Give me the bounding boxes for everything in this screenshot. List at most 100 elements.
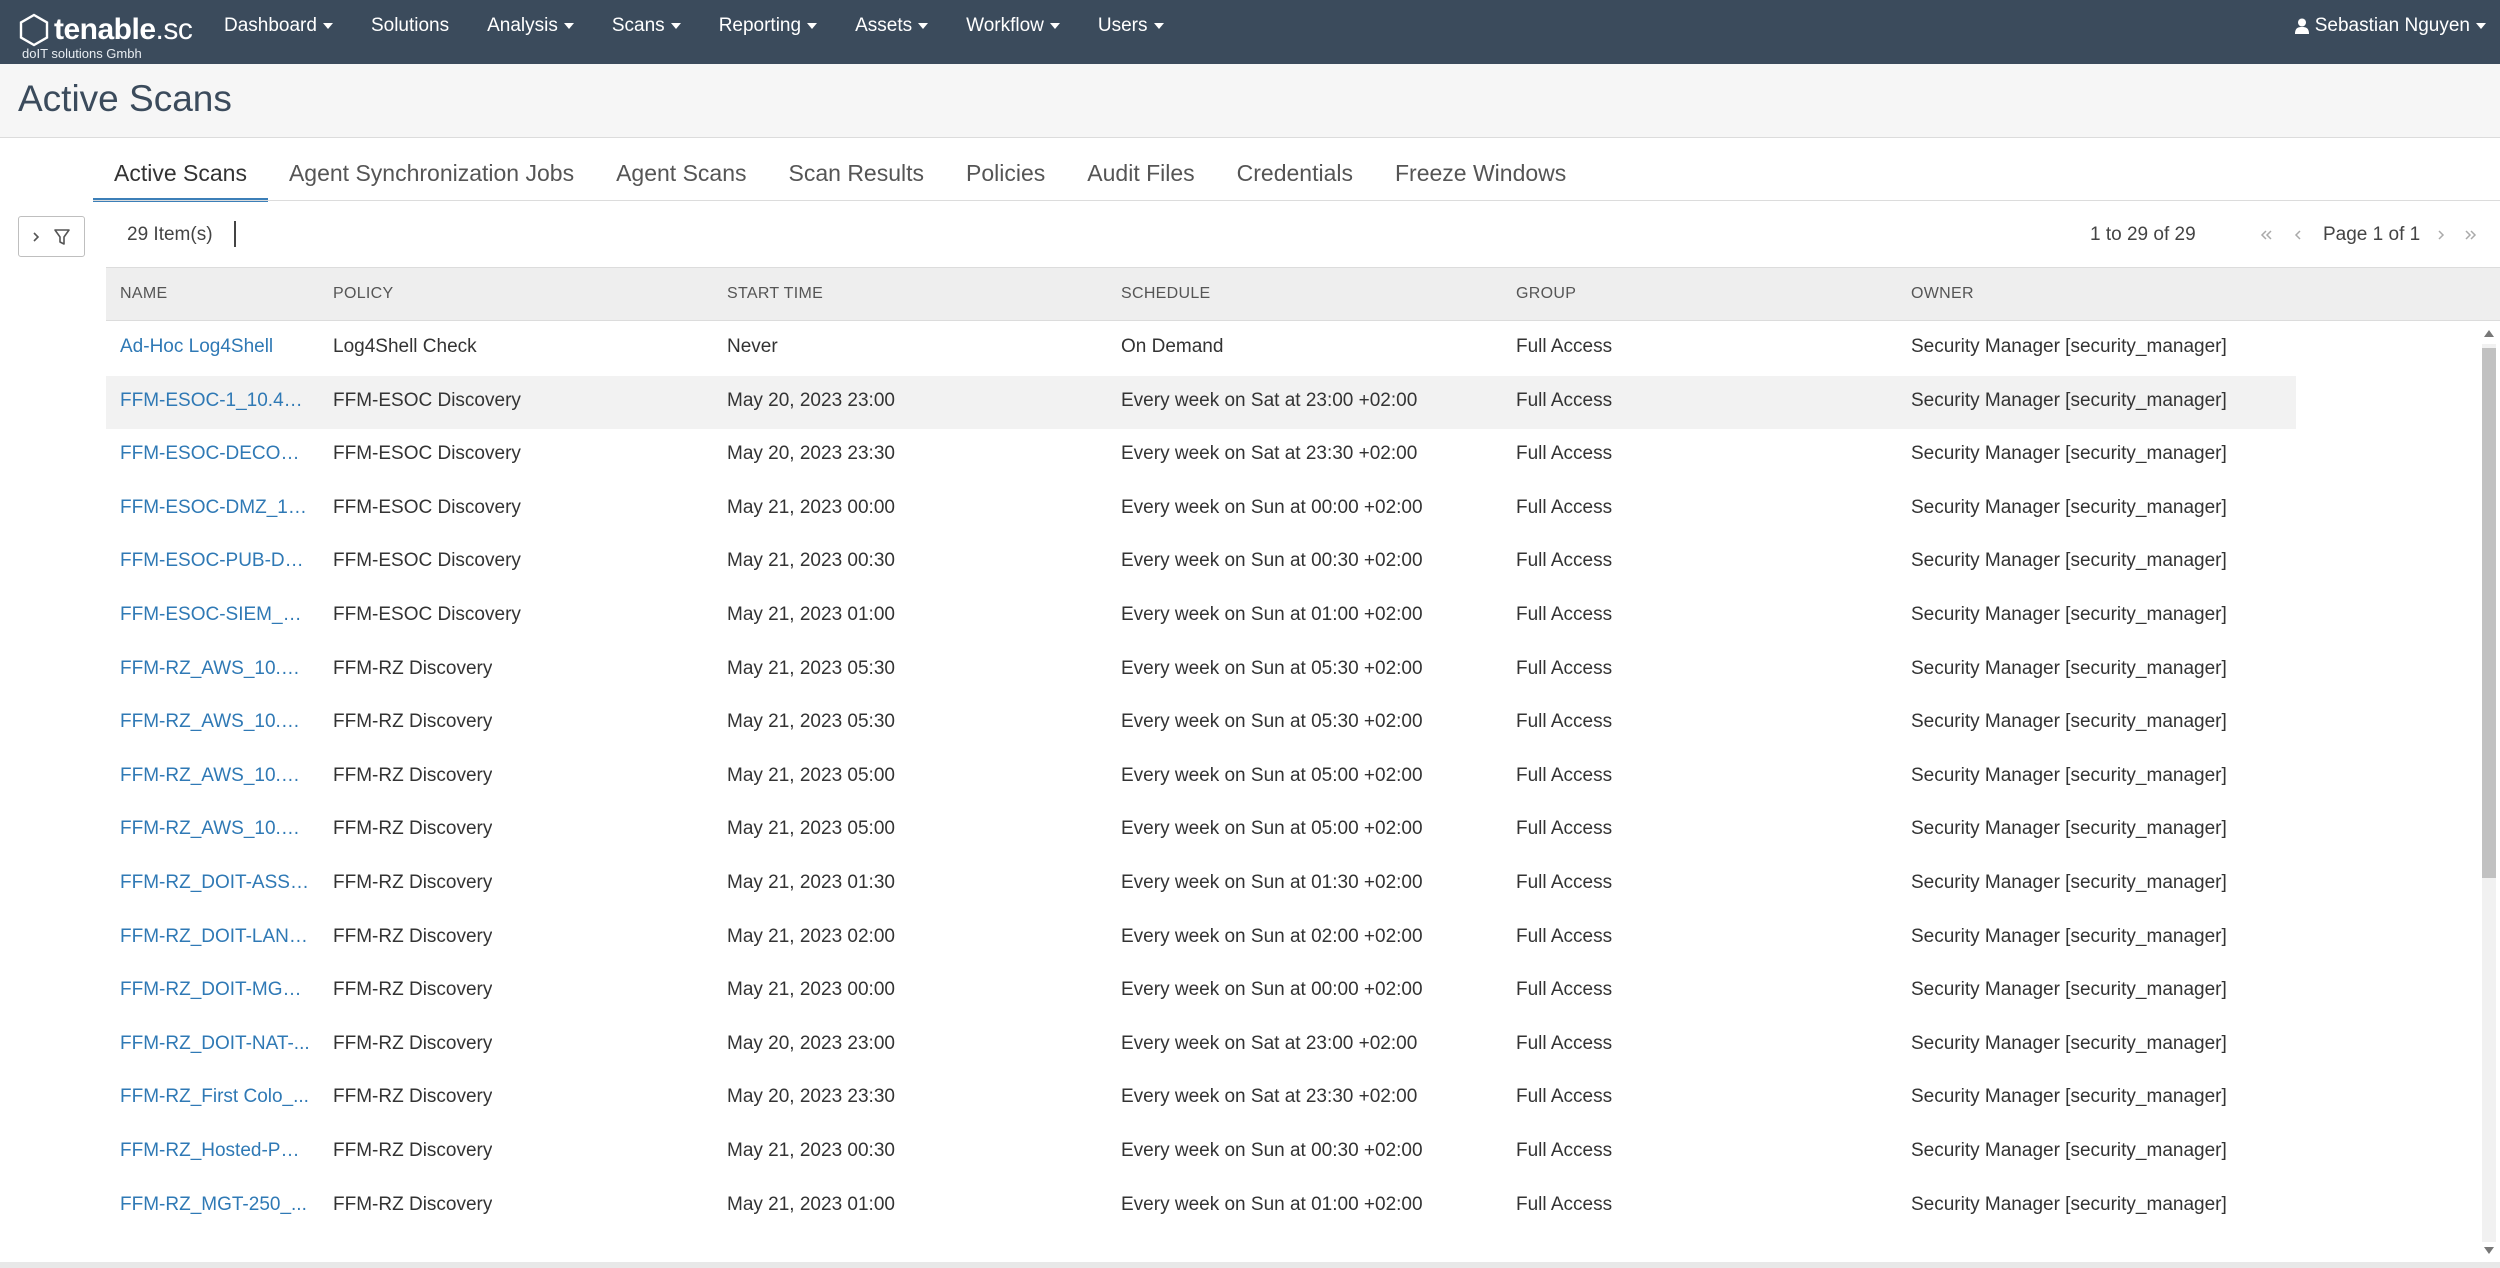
nav-item-workflow[interactable]: Workflow (947, 0, 1079, 52)
table-row[interactable]: FFM-RZ_DOIT-ASSE... FFM-RZ Discovery May 2… (106, 858, 2296, 911)
start-time-cell: May 21, 2023 02:00 (727, 925, 895, 947)
bottom-border (0, 1262, 2500, 1268)
column-header-group[interactable]: GROUP (1516, 285, 1576, 303)
table-row[interactable]: FFM-ESOC-1_10.42.... FFM-ESOC Discovery Ma… (106, 375, 2296, 429)
table-row[interactable]: FFM-RZ_MGT-250_... FFM-RZ Discovery May 21… (106, 1180, 2296, 1233)
scrollbar-thumb[interactable] (2482, 348, 2496, 878)
owner-cell: Security Manager [security_manager] (1911, 657, 2227, 679)
table-row[interactable]: FFM-RZ_AWS_10.12.... FFM-RZ Discovery May … (106, 804, 2296, 857)
user-name: Sebastian Nguyen (2314, 15, 2470, 36)
table-row[interactable]: FFM-RZ_DOIT-MGT.... FFM-RZ Discovery May 2… (106, 965, 2296, 1018)
table-row[interactable]: FFM-RZ_First Colo_... FFM-RZ Discovery May… (106, 1072, 2296, 1125)
scan-name-link[interactable]: FFM-RZ_DOIT-MGT.... (120, 979, 310, 1001)
scan-name-link[interactable]: FFM-RZ_DOIT-ASSE... (120, 872, 310, 894)
column-header-start-time[interactable]: START TIME (727, 285, 823, 303)
group-cell: Full Access (1516, 925, 1613, 947)
nav-item-analysis[interactable]: Analysis (468, 0, 593, 52)
start-time-cell: May 21, 2023 01:00 (727, 604, 895, 625)
policy-cell: FFM-RZ Discovery (333, 979, 493, 1001)
scroll-up-icon[interactable] (2484, 330, 2494, 337)
schedule-cell: Every week on Sun at 00:30 +02:00 (1121, 550, 1423, 572)
owner-cell: Security Manager [security_manager] (1911, 1032, 2227, 1054)
column-header-owner[interactable]: OWNER (1911, 285, 1974, 303)
first-page-icon[interactable] (2256, 222, 2276, 248)
nav-item-reporting[interactable]: Reporting (700, 0, 836, 52)
tab-freeze-windows[interactable]: Freeze Windows (1374, 150, 1587, 200)
column-header-schedule[interactable]: SCHEDULE (1121, 285, 1211, 303)
chevron-down-icon (1049, 23, 1060, 29)
scan-name-link[interactable]: FFM-RZ_AWS_10.12.... (120, 818, 310, 840)
tab-active-scans[interactable]: Active Scans (93, 150, 268, 202)
schedule-cell: Every week on Sun at 05:30 +02:00 (1121, 657, 1423, 679)
schedule-cell: Every week on Sun at 00:30 +02:00 (1121, 1140, 1423, 1161)
start-time-cell: May 21, 2023 00:30 (727, 1140, 895, 1161)
scan-name-link[interactable]: FFM-ESOC-PUB-DE... (120, 550, 310, 572)
policy-cell: FFM-ESOC Discovery (333, 443, 521, 465)
group-cell: Full Access (1516, 336, 1613, 357)
table-row[interactable]: FFM-RZ_AWS_10.12.... FFM-RZ Discovery May … (106, 644, 2296, 697)
start-time-cell: May 21, 2023 01:30 (727, 872, 895, 893)
table-scrollbar[interactable] (2478, 328, 2498, 1256)
table-row[interactable]: FFM-RZ_DOIT-LAN_... FFM-RZ Discovery May 2… (106, 912, 2296, 965)
group-cell: Full Access (1516, 1032, 1613, 1054)
tab-policies[interactable]: Policies (945, 150, 1066, 200)
tab-audit-files[interactable]: Audit Files (1066, 150, 1215, 200)
brand-logo[interactable]: tenable.sc doIT solutions Gmbh (16, 8, 196, 61)
filter-toggle-button[interactable] (18, 216, 85, 257)
scroll-down-icon[interactable] (2484, 1247, 2494, 1254)
chevron-down-icon (322, 23, 333, 29)
tab-credentials[interactable]: Credentials (1216, 150, 1374, 200)
nav-item-dashboard[interactable]: Dashboard (205, 0, 352, 52)
table-row[interactable]: FFM-RZ_AWS_10.12.... FFM-RZ Discovery May … (106, 697, 2296, 750)
owner-cell: Security Manager [security_manager] (1911, 1140, 2227, 1161)
next-page-icon[interactable] (2431, 222, 2451, 248)
table-row[interactable]: FFM-ESOC-DMZ_10.... FFM-ESOC Discovery May… (106, 483, 2296, 536)
last-page-icon[interactable] (2461, 222, 2481, 248)
tab-agent-synchronization-jobs[interactable]: Agent Synchronization Jobs (268, 150, 595, 200)
table-row[interactable]: FFM-ESOC-PUB-DE... FFM-ESOC Discovery May … (106, 536, 2296, 589)
schedule-cell: Every week on Sun at 05:30 +02:00 (1121, 711, 1423, 733)
hexagon-logo-icon (19, 13, 49, 47)
scan-name-link[interactable]: FFM-ESOC-1_10.42.... (120, 390, 310, 412)
scan-name-link[interactable]: FFM-RZ_MGT-250_... (120, 1194, 310, 1216)
nav-item-assets[interactable]: Assets (836, 0, 947, 52)
tab-scan-results[interactable]: Scan Results (768, 150, 946, 200)
page-header: Active Scans (0, 64, 2500, 138)
user-menu[interactable]: Sebastian Nguyen (2294, 0, 2486, 52)
scan-name-link[interactable]: FFM-RZ_AWS_10.12.... (120, 658, 310, 680)
table-row[interactable]: FFM-RZ_Hosted-PO... FFM-RZ Discovery May 2… (106, 1126, 2296, 1179)
column-header-name[interactable]: NAME (120, 285, 167, 303)
table-row[interactable]: Ad-Hoc Log4Shell Log4Shell Check Never On D… (106, 322, 2296, 375)
nav-item-solutions[interactable]: Solutions (352, 0, 468, 52)
previous-page-icon[interactable] (2288, 222, 2308, 248)
nav-item-scans[interactable]: Scans (593, 0, 700, 52)
scan-name-link[interactable]: FFM-ESOC-DECOY_... (120, 443, 310, 465)
scan-name-link[interactable]: FFM-RZ_First Colo_... (120, 1086, 310, 1108)
policy-cell: FFM-ESOC Discovery (333, 550, 521, 572)
table-row[interactable]: FFM-ESOC-DECOY_... FFM-ESOC Discovery May … (106, 429, 2296, 482)
nav-item-label: Dashboard (224, 15, 317, 36)
policy-cell: FFM-RZ Discovery (333, 925, 493, 947)
page-indicator: Page 1 of 1 (2323, 224, 2421, 245)
start-time-cell: May 20, 2023 23:00 (727, 1032, 895, 1054)
start-time-cell: May 21, 2023 05:30 (727, 711, 895, 733)
scan-name-link[interactable]: FFM-RZ_DOIT-NAT-... (120, 1033, 310, 1055)
scan-name-link[interactable]: Ad-Hoc Log4Shell (120, 336, 310, 358)
nav-item-label: Solutions (370, 15, 450, 36)
table-row[interactable]: FFM-ESOC-SIEM_10... FFM-ESOC Discovery May… (106, 590, 2296, 643)
group-cell: Full Access (1516, 1086, 1613, 1108)
scan-name-link[interactable]: FFM-RZ_Hosted-PO... (120, 1140, 310, 1162)
chevron-down-icon (2476, 23, 2486, 29)
owner-cell: Security Manager [security_manager] (1911, 550, 2227, 572)
table-row[interactable]: FFM-RZ_AWS_10.12.... FFM-RZ Discovery May … (106, 751, 2296, 804)
scan-name-link[interactable]: FFM-RZ_DOIT-LAN_... (120, 926, 310, 948)
scan-name-link[interactable]: FFM-RZ_AWS_10.12.... (120, 711, 310, 733)
scan-name-link[interactable]: FFM-RZ_AWS_10.12.... (120, 765, 310, 787)
tab-agent-scans[interactable]: Agent Scans (595, 150, 767, 200)
table-row[interactable]: FFM-RZ_DOIT-NAT-... FFM-RZ Discovery May 2… (106, 1019, 2296, 1072)
start-time-cell: May 21, 2023 00:00 (727, 496, 895, 518)
column-header-policy[interactable]: POLICY (333, 285, 394, 303)
nav-item-users[interactable]: Users (1079, 0, 1183, 52)
scan-name-link[interactable]: FFM-ESOC-DMZ_10.... (120, 497, 310, 519)
scan-name-link[interactable]: FFM-ESOC-SIEM_10... (120, 604, 310, 626)
